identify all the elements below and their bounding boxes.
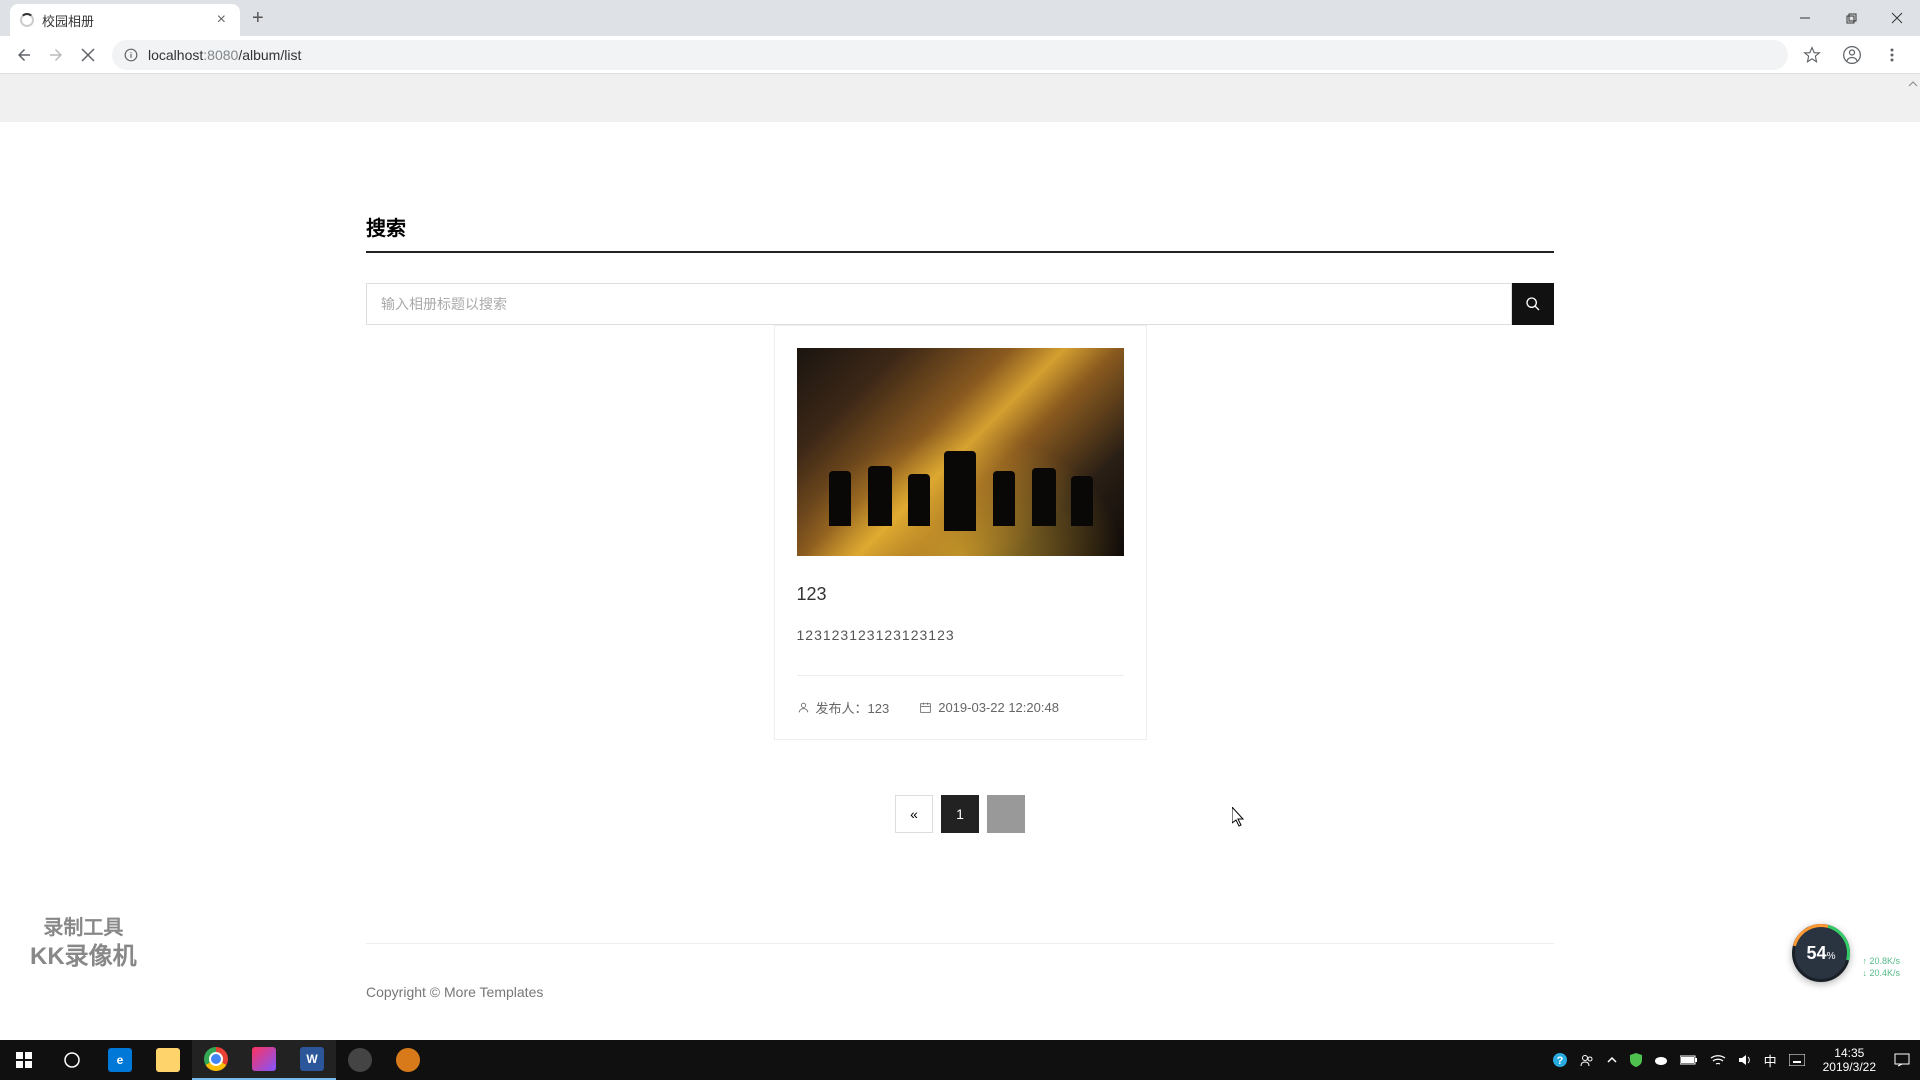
taskbar-edge[interactable]: e — [96, 1040, 144, 1080]
tab-bar: 校园相册 × + — [0, 0, 1920, 36]
browser-chrome: 校园相册 × + — [0, 0, 1920, 74]
browser-tab[interactable]: 校园相册 × — [10, 4, 240, 36]
minimize-button[interactable] — [1782, 0, 1828, 36]
user-icon — [797, 701, 810, 714]
tab-title: 校园相册 — [42, 11, 213, 30]
page-1-button[interactable]: 1 — [941, 795, 979, 833]
album-publisher: 发布人：123 — [797, 698, 890, 717]
url-text: localhost:8080/album/list — [148, 47, 301, 63]
network-stats: ↑ 20.8K/s ↓ 20.4K/s — [1862, 955, 1900, 980]
new-tab-button[interactable]: + — [240, 7, 276, 30]
close-window-button[interactable] — [1874, 0, 1920, 36]
taskbar-word[interactable]: W — [288, 1040, 336, 1080]
menu-icon[interactable] — [1876, 39, 1908, 71]
address-bar: localhost:8080/album/list — [0, 36, 1920, 74]
tray-wifi-icon[interactable] — [1710, 1054, 1726, 1066]
taskbar-clock[interactable]: 14:35 2019/3/22 — [1817, 1046, 1882, 1075]
page-next-button[interactable] — [987, 795, 1025, 833]
recorder-watermark: 录制工具 KK录像机 — [30, 915, 137, 972]
tray-weather-icon[interactable] — [1654, 1054, 1668, 1066]
search-icon — [1525, 296, 1541, 312]
taskbar-app-1[interactable] — [336, 1040, 384, 1080]
stop-reload-button[interactable] — [72, 39, 104, 71]
taskbar-explorer[interactable] — [144, 1040, 192, 1080]
system-tray: ? 中 14:35 2019/3/22 — [1552, 1046, 1920, 1075]
loading-spinner-icon — [20, 13, 34, 27]
tray-keyboard-icon[interactable] — [1789, 1054, 1805, 1066]
page-viewport: 搜索 123 123123123123123123 发 — [0, 74, 1920, 1040]
search-input[interactable] — [366, 283, 1512, 325]
back-button[interactable] — [8, 39, 40, 71]
tray-security-icon[interactable] — [1630, 1053, 1642, 1067]
site-info-icon[interactable] — [124, 48, 138, 62]
album-card[interactable]: 123 123123123123123123 发布人：123 2019-03-2… — [774, 325, 1147, 740]
album-title: 123 — [797, 584, 1124, 605]
start-button[interactable] — [0, 1040, 48, 1080]
forward-button[interactable] — [40, 39, 72, 71]
tray-chevron-up-icon[interactable] — [1606, 1054, 1618, 1066]
tray-battery-icon[interactable] — [1680, 1055, 1698, 1065]
taskbar-app-2[interactable] — [384, 1040, 432, 1080]
pagination: « 1 — [366, 795, 1554, 943]
profile-icon[interactable] — [1836, 39, 1868, 71]
search-form — [366, 283, 1554, 325]
page-prev-button[interactable]: « — [895, 795, 933, 833]
album-meta: 发布人：123 2019-03-22 12:20:48 — [797, 675, 1124, 717]
album-description: 123123123123123123 — [797, 627, 1124, 643]
search-heading: 搜索 — [366, 212, 1554, 253]
calendar-icon — [919, 701, 932, 714]
search-button[interactable] — [1512, 283, 1554, 325]
url-input[interactable]: localhost:8080/album/list — [112, 40, 1788, 70]
cortana-button[interactable] — [48, 1040, 96, 1080]
bookmark-star-icon[interactable] — [1796, 39, 1828, 71]
svg-text:?: ? — [1556, 1055, 1563, 1067]
tray-help-icon[interactable]: ? — [1552, 1052, 1568, 1068]
maximize-button[interactable] — [1828, 0, 1874, 36]
tray-ime-icon[interactable]: 中 — [1764, 1051, 1777, 1070]
tab-close-button[interactable]: × — [213, 11, 230, 29]
taskbar-intellij[interactable] — [240, 1040, 288, 1080]
scrollbar-up-icon[interactable] — [1906, 77, 1920, 91]
album-date: 2019-03-22 12:20:48 — [919, 698, 1059, 717]
tray-people-icon[interactable] — [1580, 1053, 1594, 1067]
windows-taskbar: e W ? 中 14:35 2019/3/22 — [0, 1040, 1920, 1080]
tray-volume-icon[interactable] — [1738, 1053, 1752, 1067]
performance-overlay[interactable]: 54% — [1792, 924, 1850, 982]
album-thumbnail — [797, 348, 1124, 556]
footer-copyright: Copyright © More Templates — [366, 944, 1554, 1040]
window-controls — [1782, 0, 1920, 36]
tray-notifications-icon[interactable] — [1894, 1052, 1910, 1068]
mouse-cursor-icon — [1232, 807, 1246, 827]
taskbar-chrome[interactable] — [192, 1040, 240, 1080]
